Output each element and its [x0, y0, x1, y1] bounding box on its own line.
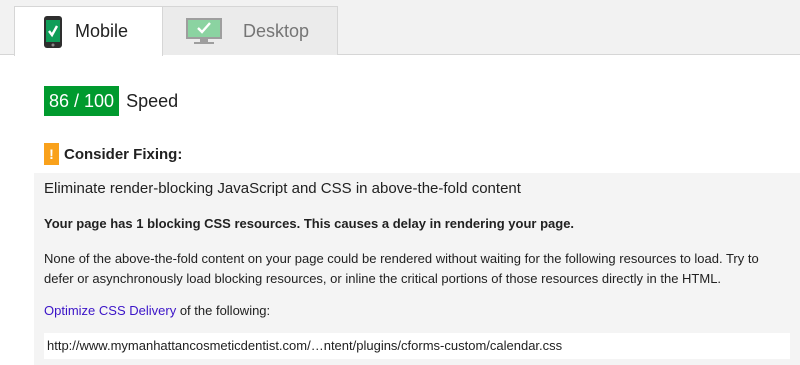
rule-title[interactable]: Eliminate render-blocking JavaScript and…	[44, 180, 521, 197]
desktop-monitor-icon	[186, 18, 222, 44]
rule-panel: Eliminate render-blocking JavaScript and…	[34, 173, 800, 365]
tab-mobile-label: Mobile	[75, 21, 129, 41]
tab-mobile[interactable]: Mobile	[14, 6, 163, 56]
rule-link-suffix: of the following:	[176, 303, 271, 318]
warning-icon: !	[44, 143, 59, 165]
rule-link-line: Optimize CSS Delivery of the following:	[44, 303, 270, 318]
consider-fixing-label: Consider Fixing:	[64, 145, 183, 163]
tab-desktop-label: Desktop	[243, 20, 310, 41]
tab-bar: Mobile Desktop	[0, 0, 800, 56]
rule-description: None of the above-the-fold content on yo…	[44, 251, 759, 286]
speed-score-label: Speed	[126, 90, 179, 111]
speed-score-badge: 86 / 100	[44, 86, 120, 116]
mobile-phone-icon	[44, 15, 62, 48]
optimize-css-delivery-link[interactable]: Optimize CSS Delivery	[44, 303, 176, 318]
blocking-resource-url: http://www.mymanhattancosmeticdentist.co…	[44, 333, 790, 359]
score-row: 86 / 100 Speed	[44, 86, 178, 116]
tab-desktop[interactable]: Desktop	[163, 6, 338, 55]
consider-fixing-header: ! Consider Fixing:	[44, 143, 182, 165]
rule-summary: Your page has 1 blocking CSS resources. …	[44, 216, 575, 231]
